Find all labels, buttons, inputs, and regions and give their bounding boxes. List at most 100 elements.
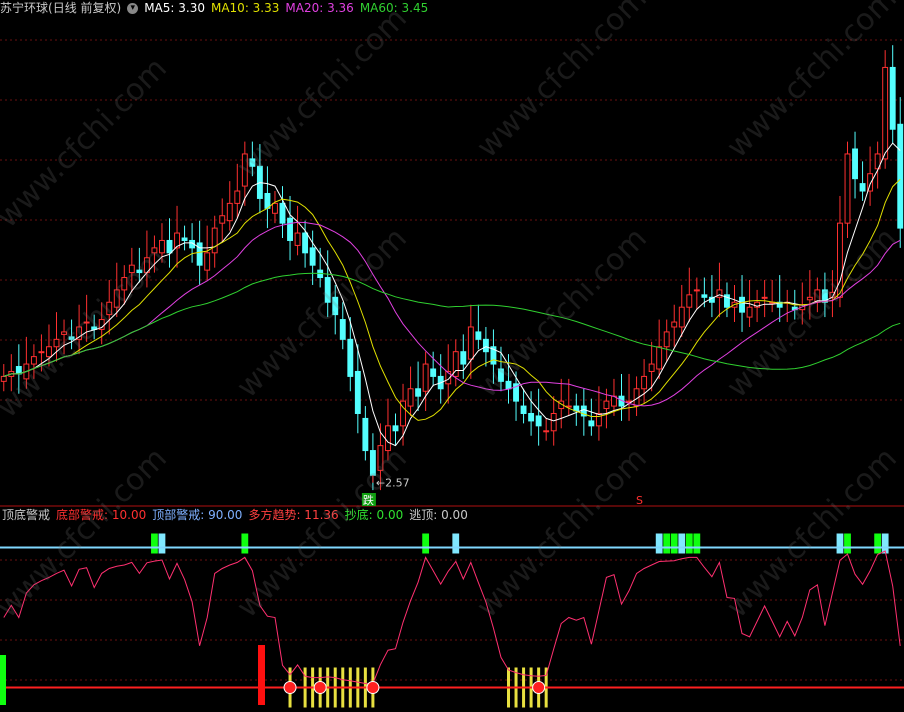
candle-body [897,123,904,229]
candle-body [181,237,188,241]
candle-body [686,294,693,308]
candle-body [121,277,128,291]
candle-body [377,445,384,471]
top-warning-bar [678,533,686,554]
top-warning-bar [874,533,882,554]
candle-body [249,158,256,167]
candle-body [603,400,610,410]
top-warning-bar [452,533,460,554]
candle-body [806,296,813,301]
candlestick-chart: ←2.57跌 S [0,39,904,708]
candle-body [61,331,67,335]
top-warning-bar [663,533,671,554]
candle-body [882,66,889,160]
candle-body [83,321,90,324]
candle-body [460,351,467,365]
candle-body [347,338,354,377]
top-warn-label: 顶部警戒: 90.00 [152,508,243,522]
candle-body [467,326,474,360]
bottom-signal-dot [283,681,297,694]
top-warning-bar [685,533,693,554]
ma5-label: MA5: 3.30 [144,1,205,15]
candle-body [219,215,226,224]
candle-body [889,66,896,130]
candle-body [693,289,700,292]
candle-body [520,405,527,414]
indicator-header: 顶底警戒 底部警戒: 10.00 顶部警戒: 90.00 多方趋势: 11.36 抄底:… [2,507,474,523]
candle-body [272,202,278,214]
ma60-line [3,272,901,377]
candle-body [30,356,37,365]
candle-body [385,425,391,452]
candle-body [106,301,113,316]
candle-body [859,183,866,192]
candle-body [422,363,429,392]
candle-body [415,388,422,397]
candle-body [324,277,331,303]
candle-body [128,264,135,274]
bottom-warn-label: 底部警戒: 10.00 [56,508,147,522]
candle-body [369,450,376,476]
candle-body [528,412,535,422]
candle-body [663,331,670,348]
candle-body [761,296,768,299]
chart-stage: { "header": { "stock": "苏宁环球", "period":… [0,0,904,712]
ma10-label: MA10: 3.33 [210,1,280,15]
trend-label: 多方趋势: 11.36 [248,508,339,522]
candle-body [550,412,557,432]
top-warning-bar [836,533,844,554]
candle-body [0,375,7,382]
candle-body [739,296,745,313]
candle-body [648,363,655,372]
candle-body [482,338,489,353]
candle-body [211,227,218,254]
candle-body [505,380,512,390]
candle-body [302,232,309,254]
top-warning-bar [422,533,430,554]
fall-marker-label: 跌 [363,493,374,507]
ma20-label: MA20: 3.36 [285,1,354,15]
trend-bar-red [258,645,265,705]
top-warning-bar [158,533,166,554]
candle-body [113,289,120,308]
main-chart-header: 苏宁环球(日线 前复权) ▾ MA5: 3.30 MA10: 3.33 MA20: 3.… [0,0,434,16]
bottom-signal-dot [366,681,380,694]
candle-body [837,222,843,298]
oscillator-line [3,550,901,685]
candle-body [678,306,685,328]
candle-body [844,153,851,224]
bottom-signal-dot [313,681,327,694]
candle-body [159,239,165,254]
escape-label: 逃顶: 0.00 [409,508,468,522]
candle-body [38,351,45,354]
candle-body [535,415,542,427]
bottom-signal-dot [532,681,546,694]
candle-body [430,368,437,377]
candle-body [656,346,663,370]
candle-body [68,336,75,340]
candle-body [287,217,293,241]
candle-body [204,252,211,271]
period-label: (日线 前复权) [48,1,122,15]
top-warning-bar [241,533,249,554]
chevron-down-icon[interactable]: ▾ [127,3,139,14]
ma60-label: MA60: 3.45 [359,1,429,15]
candle-body [498,368,504,382]
candle-body [852,148,858,180]
candle-body [392,425,399,432]
top-warning-bar [693,533,701,554]
top-warning-bar [670,533,678,554]
ma20-line [3,221,901,407]
candle-body [279,202,286,224]
candle-body [226,202,233,222]
candle-body [46,346,52,358]
candle-body [136,269,143,274]
candle-body [407,388,414,407]
candle-body [746,306,753,318]
top-warning-bar [844,533,851,554]
candle-body [362,417,369,452]
stock-title: 苏宁环球 [0,1,49,15]
candle-body [701,294,708,298]
candle-body [339,319,346,340]
candle-body [309,247,316,266]
